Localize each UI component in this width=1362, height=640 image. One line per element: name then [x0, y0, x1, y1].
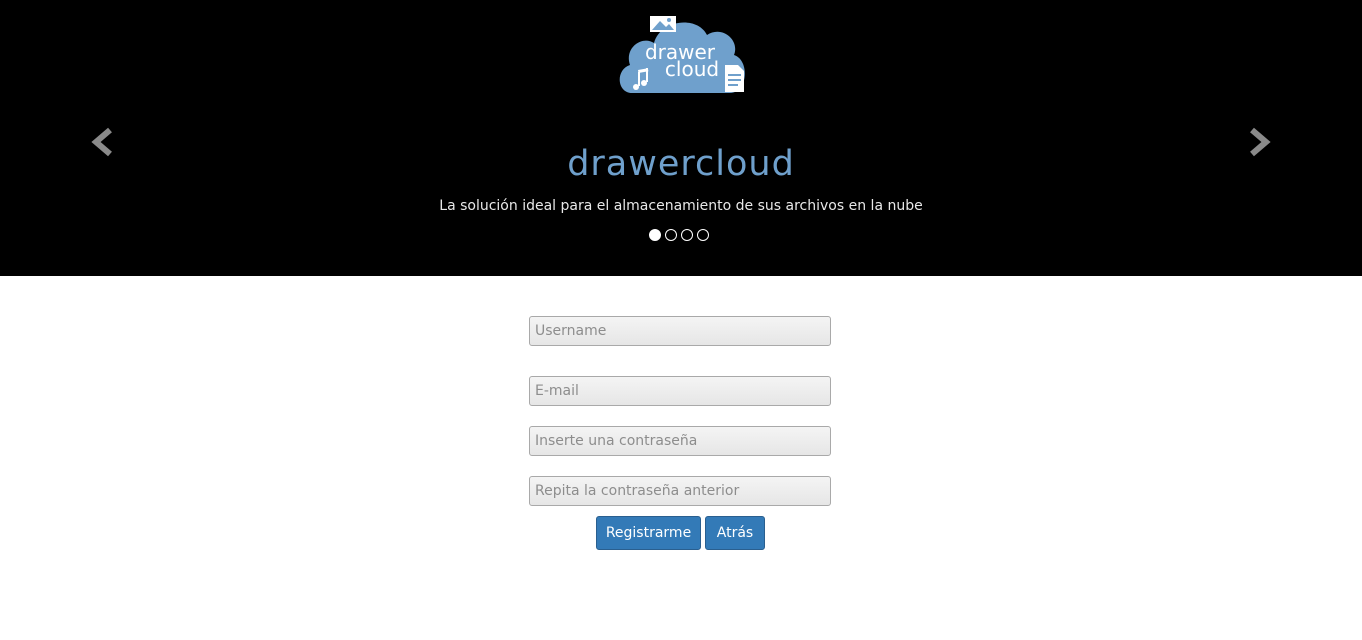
back-button[interactable]: Atrás [705, 516, 765, 550]
drawercloud-logo: drawer cloud [619, 16, 745, 94]
carousel-indicator-3[interactable] [681, 229, 693, 241]
logo-text-line2: cloud [665, 57, 719, 81]
email-input[interactable] [529, 376, 831, 406]
register-button[interactable]: Registrarme [596, 516, 701, 550]
carousel-indicator-1[interactable] [649, 229, 661, 241]
tagline: La solución ideal para el almacenamiento… [439, 198, 923, 214]
document-icon [725, 65, 744, 92]
brand-title: drawercloud [567, 144, 795, 184]
repeat-password-input[interactable] [529, 476, 831, 506]
password-input[interactable] [529, 426, 831, 456]
image-icon [650, 16, 676, 32]
carousel-indicators [649, 229, 709, 241]
header-carousel: drawer cloud drawercloud La solución ide… [0, 0, 1362, 276]
username-input[interactable] [529, 316, 831, 346]
carousel-indicator-2[interactable] [665, 229, 677, 241]
carousel-indicator-4[interactable] [697, 229, 709, 241]
